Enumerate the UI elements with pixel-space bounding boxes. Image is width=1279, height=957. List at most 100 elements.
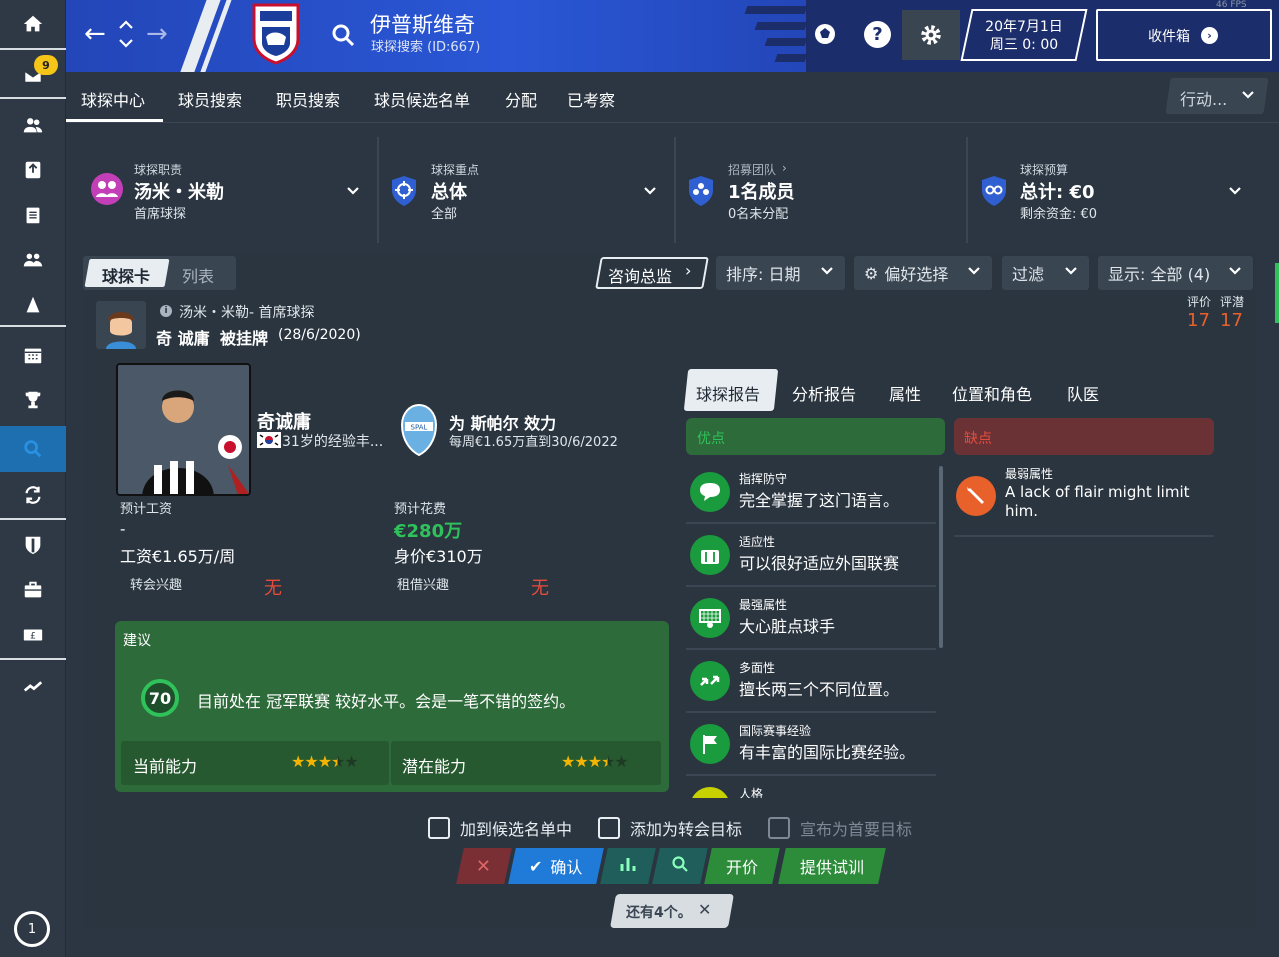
player-contract: 每周€1.65万直到30/6/2022 <box>449 435 618 450</box>
tab-medical[interactable]: 队医 <box>1067 381 1099 405</box>
calendar-icon[interactable] <box>0 332 66 378</box>
chevron-down-icon <box>966 261 982 285</box>
pros-list[interactable]: 指挥防守 完全掌握了这门语言。 适应性 可以很好适应外国联赛 最强属性 大心脏点… <box>686 462 944 798</box>
korea-flag-icon <box>257 432 281 448</box>
team-sub: 0名未分配 <box>728 207 789 222</box>
report-title-date: (28/6/2020) <box>278 327 361 343</box>
ball-icon[interactable] <box>812 21 838 47</box>
preferences-dropdown[interactable]: ⚙ 偏好选择 <box>854 256 992 290</box>
pro-title: 最强属性 <box>739 598 788 612</box>
list-item: 多面性 擅长两三个不同位置。 <box>686 651 936 713</box>
chevron-down-icon[interactable] <box>642 181 658 201</box>
filter-dropdown[interactable]: 过滤 <box>1002 256 1089 290</box>
budget-label: 球探预算 <box>1020 163 1069 177</box>
chevron-down-icon <box>819 261 835 285</box>
close-icon: ✕ <box>476 855 492 877</box>
transfer-icon[interactable] <box>0 472 66 518</box>
reject-button[interactable]: ✕ <box>456 848 512 884</box>
check-icon: ✔ <box>529 856 543 876</box>
primary-target-checkbox[interactable]: 宣布为首要目标 <box>768 816 912 840</box>
search-icon[interactable] <box>0 426 66 472</box>
home-icon[interactable] <box>0 0 66 48</box>
chevron-down-icon <box>1227 261 1243 285</box>
chevron-down-icon[interactable] <box>1227 181 1243 201</box>
add-transfer-target-checkbox[interactable]: 添加为转会目标 <box>598 816 742 840</box>
player-photo[interactable] <box>116 363 251 496</box>
help-icon[interactable]: ? <box>864 21 891 48</box>
view-card-label: 球探卡 <box>102 267 151 286</box>
side-scroll-indicator <box>1275 263 1279 323</box>
forward-icon[interactable]: → <box>146 20 168 48</box>
tab-shortlist[interactable]: 球员候选名单 <box>374 87 470 110</box>
club-crest-icon[interactable] <box>252 3 300 65</box>
cons-header <box>954 418 1214 455</box>
tab-scout-report-label: 球探报告 <box>696 385 761 404</box>
back-icon[interactable]: ← <box>84 20 106 48</box>
search-button[interactable] <box>652 848 708 884</box>
tab-assignments[interactable]: 分配 <box>505 87 537 110</box>
potential-ability-label: 潜在能力 <box>402 757 467 776</box>
tab-analysis-report[interactable]: 分析报告 <box>792 381 856 405</box>
tab-attributes[interactable]: 属性 <box>889 381 921 405</box>
training-icon[interactable] <box>0 147 66 193</box>
trend-icon[interactable] <box>0 662 66 708</box>
make-offer-button[interactable]: 开价 <box>704 848 780 884</box>
potential-ability-stars: ★★★★★ <box>561 752 629 771</box>
pro-text: 有丰富的国际比赛经验。 <box>739 743 916 762</box>
squad-icon[interactable] <box>0 102 66 148</box>
list-item: 指挥防守 完全掌握了这门语言。 <box>686 462 936 524</box>
finance-icon[interactable]: £ <box>0 612 66 658</box>
loan-interest-label: 租借兴趣 <box>397 578 450 593</box>
settings-button[interactable] <box>902 10 960 60</box>
tab-positions-roles[interactable]: 位置和角色 <box>952 381 1032 405</box>
add-transfer-target-label: 添加为转会目标 <box>630 820 743 839</box>
bar-chart-icon <box>619 855 637 877</box>
sort-dropdown[interactable]: 排序: 日期 <box>716 256 845 290</box>
club-name[interactable]: 伊普斯维奇 <box>370 9 475 39</box>
clipboard-icon[interactable] <box>0 192 66 238</box>
tactics-icon[interactable] <box>0 282 66 328</box>
team-label[interactable]: 招募团队 <box>728 161 776 178</box>
wage-value: - <box>120 520 126 538</box>
search-icon[interactable] <box>330 22 356 48</box>
club-badge-icon[interactable]: SPAL <box>400 403 438 457</box>
stats-button[interactable] <box>600 848 656 884</box>
pro-text: 完全掌握了这门语言。 <box>739 491 900 510</box>
offer-trial-button[interactable]: 提供试训 <box>778 848 886 884</box>
rating-value: 17 <box>1187 310 1210 331</box>
tab-scout-center[interactable]: 球探中心 <box>81 87 145 110</box>
confirm-button[interactable]: ✔ 确认 <box>508 848 604 884</box>
staff-icon[interactable] <box>0 237 66 283</box>
focus-sub: 全部 <box>431 207 458 222</box>
search-icon <box>671 855 689 877</box>
tab-staff-search[interactable]: 职员搜索 <box>276 87 340 110</box>
pro-title: 指挥防守 <box>739 472 788 486</box>
close-icon[interactable]: ✕ <box>698 900 711 919</box>
focus-label: 球探重点 <box>431 163 480 177</box>
advice-score: 70 <box>141 679 179 717</box>
display-dropdown[interactable]: 显示: 全部 (4) <box>1098 256 1253 290</box>
duty-name: 汤米・米勒 <box>134 182 224 203</box>
gear-icon <box>921 25 941 45</box>
cons-label: 缺点 <box>964 431 992 447</box>
history-updown-icon[interactable] <box>117 18 135 50</box>
briefcase-icon[interactable] <box>0 567 66 613</box>
report-title-player[interactable]: 奇 诚庸 <box>156 325 210 349</box>
transfer-interest-value: 无 <box>264 578 282 599</box>
tab-scouted[interactable]: 已考察 <box>567 87 615 110</box>
budget-remaining: 剩余资金: €0 <box>1020 207 1098 222</box>
tab-player-search[interactable]: 球员搜索 <box>178 87 242 110</box>
view-list-button[interactable]: 列表 <box>182 263 214 287</box>
chevron-down-icon[interactable] <box>345 181 361 201</box>
budget-shield-icon <box>980 175 1008 207</box>
add-shortlist-checkbox[interactable]: 加到候选名单中 <box>428 816 572 840</box>
date-line-1: 20年7月1日 <box>985 19 1063 35</box>
trophy-icon[interactable] <box>0 377 66 423</box>
chat-icon <box>690 472 730 512</box>
arrows-icon <box>690 661 730 701</box>
queue-counter[interactable]: 1 <box>14 911 50 947</box>
make-offer-label: 开价 <box>725 858 758 877</box>
club-icon[interactable] <box>0 522 66 568</box>
info-icon[interactable]: i <box>160 305 172 317</box>
pros-scrollbar[interactable] <box>939 466 943 648</box>
